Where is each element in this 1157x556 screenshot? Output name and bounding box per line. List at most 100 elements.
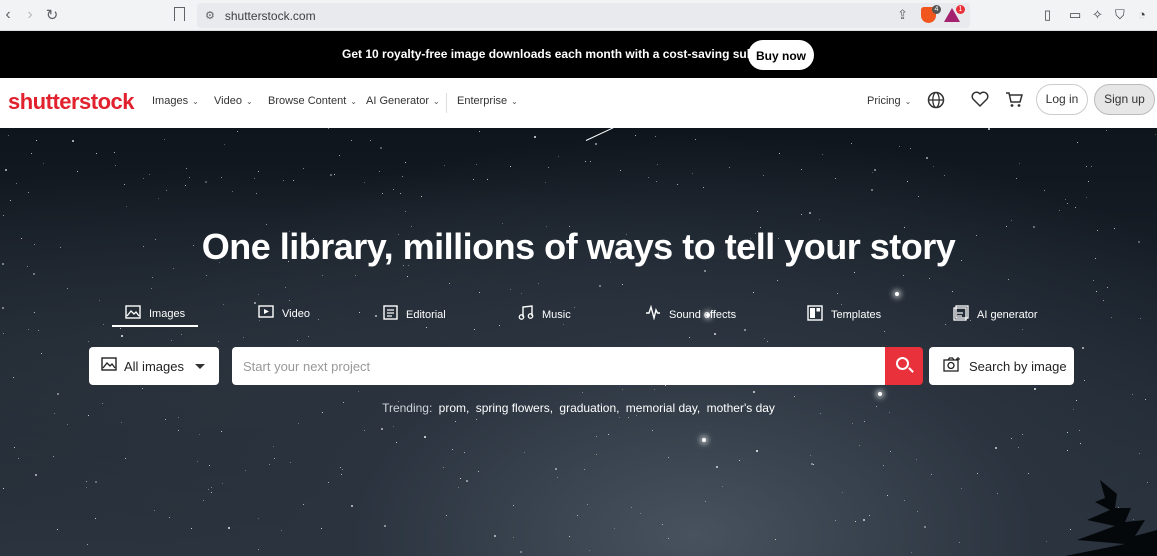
star: [1022, 329, 1023, 330]
trending-term[interactable]: spring flowers,: [476, 401, 553, 415]
star: [151, 288, 152, 289]
star: [400, 193, 401, 194]
star: [904, 500, 905, 501]
star: [381, 428, 383, 430]
heart-icon[interactable]: [971, 91, 989, 112]
tab-music-label: Music: [542, 308, 571, 321]
promo-banner: Get 10 royalty-free image downloads each…: [0, 31, 1157, 78]
star: [596, 454, 597, 455]
search-input[interactable]: [232, 347, 886, 385]
reload-icon[interactable]: ↻: [42, 6, 62, 24]
nav-images[interactable]: Images ⌄: [152, 95, 199, 107]
star: [221, 177, 222, 178]
site-settings-icon[interactable]: ⚙: [205, 9, 215, 22]
nav-ai-label: AI Generator: [366, 95, 429, 107]
asset-type-select[interactable]: All images: [89, 347, 219, 385]
globe-icon[interactable]: [927, 91, 945, 114]
tab-video[interactable]: Video: [258, 305, 310, 322]
star: [995, 447, 997, 449]
star: [1018, 447, 1019, 448]
star: [952, 291, 953, 292]
back-icon[interactable]: ‹: [0, 6, 18, 24]
tab-images[interactable]: Images: [125, 305, 185, 323]
nav-browse-content[interactable]: Browse Content ⌄: [268, 95, 357, 107]
star: [1139, 453, 1140, 454]
tab-templates[interactable]: Templates: [807, 305, 881, 325]
star: [3, 488, 4, 489]
bright-star: [895, 292, 899, 296]
trending-term[interactable]: graduation,: [559, 401, 619, 415]
star: [103, 324, 104, 325]
star: [443, 467, 444, 468]
sidebar-icon[interactable]: ▯: [1044, 7, 1051, 23]
star: [444, 165, 445, 166]
star: [584, 469, 585, 470]
star: [293, 180, 294, 181]
star: [330, 174, 332, 176]
star: [464, 452, 465, 453]
star: [181, 334, 182, 335]
chevron-down-icon: ⌄: [904, 97, 912, 106]
star: [158, 198, 159, 199]
nav-pricing-label: Pricing: [867, 95, 901, 107]
star: [3, 215, 4, 216]
shields-count-badge: 4: [932, 5, 941, 14]
trending-term[interactable]: mother's day: [707, 401, 775, 415]
trending-term[interactable]: prom,: [439, 401, 470, 415]
star: [907, 181, 908, 182]
star: [57, 393, 59, 395]
star: [120, 328, 121, 329]
bookmark-icon[interactable]: [174, 7, 185, 21]
star: [944, 175, 945, 176]
tab-editorial[interactable]: Editorial: [383, 305, 446, 324]
star: [185, 185, 186, 186]
star: [859, 445, 860, 446]
signup-button[interactable]: Sign up: [1094, 84, 1155, 115]
search-button[interactable]: [885, 347, 923, 385]
nav-enterprise[interactable]: Enterprise ⌄: [457, 95, 518, 107]
star: [1046, 541, 1047, 542]
star: [622, 284, 623, 285]
star: [28, 329, 29, 330]
share-icon[interactable]: ⇪: [897, 7, 908, 23]
forward-icon[interactable]: ›: [20, 6, 40, 24]
star: [654, 389, 655, 390]
leo-ai-icon[interactable]: ✧: [1092, 7, 1103, 23]
tab-music[interactable]: Music: [518, 305, 571, 324]
star: [479, 131, 480, 132]
star: [152, 277, 153, 278]
star: [595, 143, 597, 145]
login-button[interactable]: Log in: [1036, 84, 1088, 115]
buy-now-button[interactable]: Buy now: [748, 40, 814, 70]
star: [513, 505, 514, 506]
hero-title: One library, millions of ways to tell yo…: [201, 226, 956, 267]
star: [237, 131, 238, 132]
star: [203, 500, 204, 501]
star: [87, 544, 88, 545]
search-by-image-button[interactable]: Search by image: [929, 347, 1074, 385]
search-by-image-label: Search by image: [969, 358, 1067, 374]
star: [887, 495, 888, 496]
nav-video[interactable]: Video ⌄: [214, 95, 253, 107]
star: [628, 417, 629, 418]
cart-icon[interactable]: [1005, 91, 1023, 113]
tab-sound-effects[interactable]: Sound effects: [645, 304, 736, 324]
nav-ai-generator[interactable]: AI Generator ⌄: [366, 95, 440, 107]
wallet-icon[interactable]: ▭: [1069, 7, 1081, 23]
nav-pricing[interactable]: Pricing ⌄: [867, 95, 911, 107]
tab-images-label: Images: [149, 308, 186, 320]
star: [835, 178, 836, 179]
trending-term[interactable]: memorial day,: [626, 401, 700, 415]
vpn-icon[interactable]: ⛉: [1115, 7, 1125, 23]
star: [28, 192, 29, 193]
star: [1065, 199, 1066, 200]
star: [622, 389, 623, 390]
star: [1028, 473, 1029, 474]
address-bar[interactable]: ⚙ shutterstock.com ⇪ 4 1: [197, 3, 970, 28]
star: [1107, 287, 1108, 288]
star: [931, 474, 932, 475]
tab-ai-generator[interactable]: AI generator: [953, 305, 1038, 325]
shutterstock-logo[interactable]: shutterstock: [8, 89, 135, 115]
star: [657, 164, 658, 165]
menu-icon[interactable]: ◔: [1138, 7, 1146, 22]
